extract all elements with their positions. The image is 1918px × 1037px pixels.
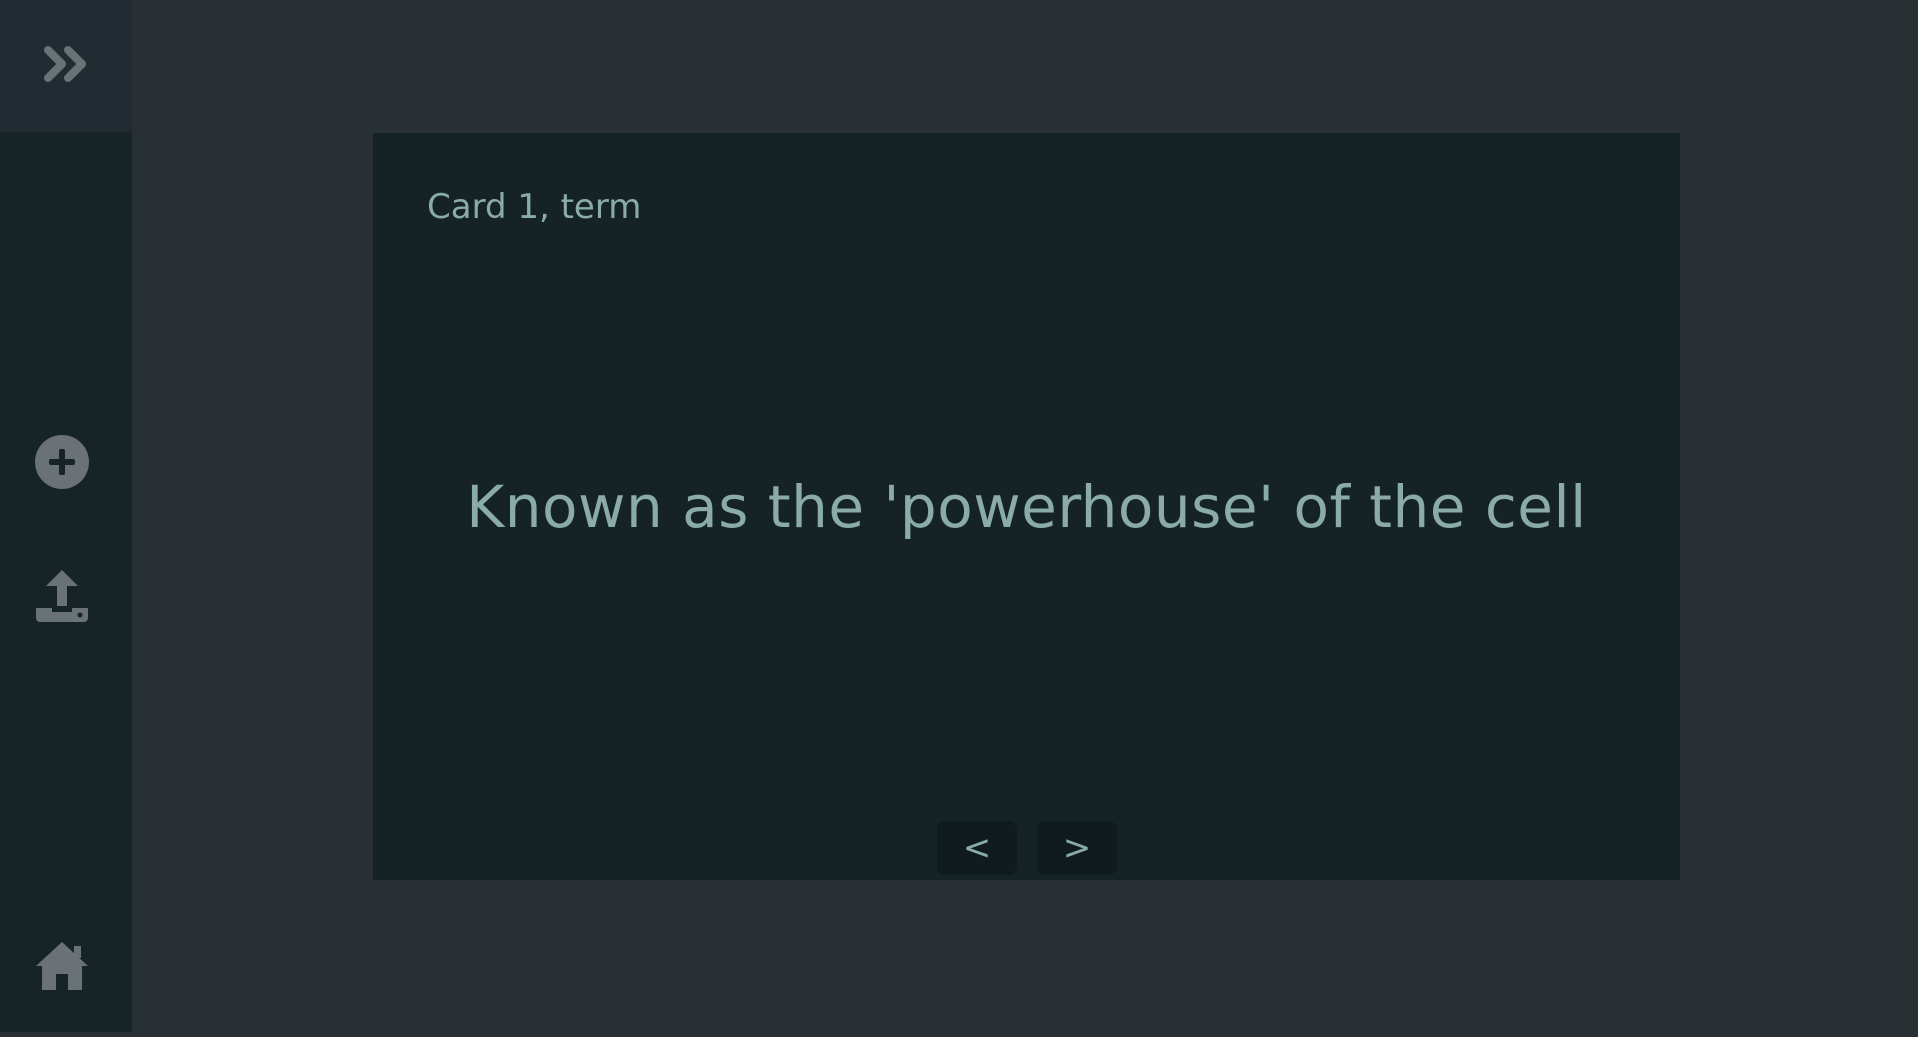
upload-button[interactable] [28,564,96,632]
upload-icon [34,568,90,628]
flashcard[interactable]: Card 1, term Known as the 'powerhouse' o… [373,133,1680,880]
home-icon [34,940,90,996]
flashcard-app: Card 1, term Known as the 'powerhouse' o… [0,0,1918,1037]
sidebar-toggle-button[interactable] [0,0,132,132]
sidebar [0,0,132,1032]
add-card-button[interactable] [28,430,96,498]
chevrons-right-icon [42,44,90,88]
card-term-text: Known as the 'powerhouse' of the cell [466,473,1587,541]
previous-card-button[interactable]: < [937,821,1017,875]
next-card-button[interactable]: > [1037,821,1117,875]
plus-circle-icon [34,434,90,494]
home-button[interactable] [28,934,96,1002]
card-label: Card 1, term [427,187,642,227]
